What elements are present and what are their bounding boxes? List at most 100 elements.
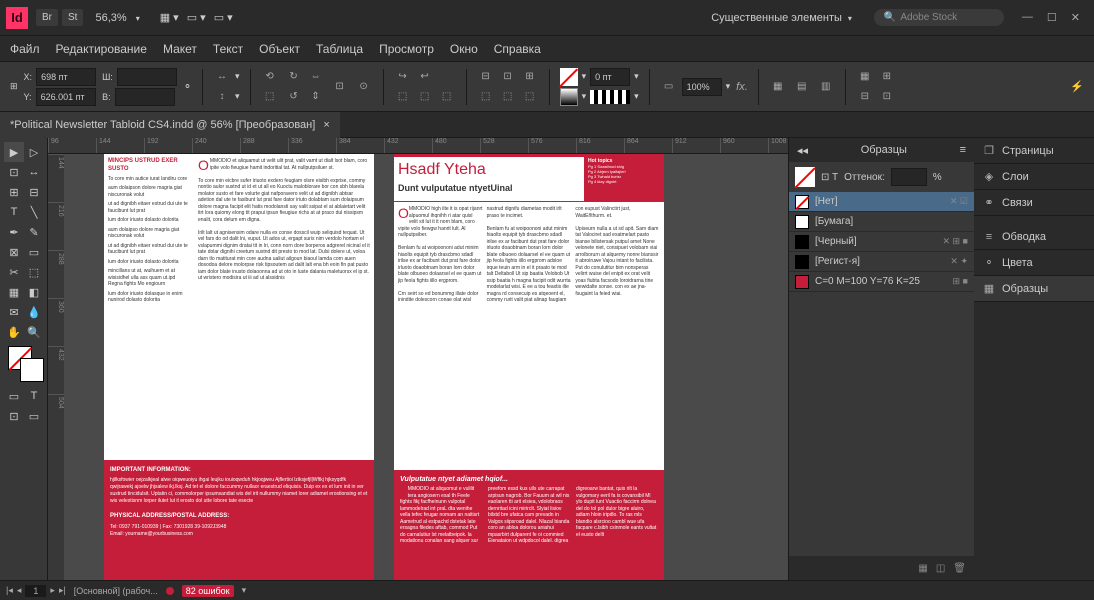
wrap-none-icon[interactable]: ▦ — [769, 78, 787, 96]
canvas[interactable]: 9614419224028833638443248052857681686491… — [48, 138, 788, 580]
workspace-switcher[interactable]: Существенные элементы▾ — [699, 8, 864, 28]
ref-point-icon[interactable]: ⊞ — [10, 81, 18, 92]
apply-color-icon[interactable]: ▭ — [4, 386, 24, 406]
shear-icon[interactable]: ⬚ — [261, 88, 279, 106]
zoom-level[interactable]: 56,3% ▾ — [87, 9, 147, 27]
menu-layout[interactable]: Макет — [163, 42, 197, 56]
scissors-tool[interactable]: ✂ — [4, 262, 24, 282]
type-toggle-icon[interactable]: ⊡ T — [821, 172, 838, 183]
panel-tab-color[interactable]: ⚬Цвета — [974, 250, 1094, 276]
page-1[interactable]: MINCIPS USTRUD EXER SUSTO To core min au… — [104, 154, 374, 580]
rectangle-tool[interactable]: ▭ — [24, 242, 44, 262]
next-page-icon[interactable]: ▸ — [50, 585, 55, 596]
menu-edit[interactable]: Редактирование — [56, 42, 147, 56]
preflight-errors[interactable]: 82 ошибок — [182, 585, 234, 597]
stroke-style[interactable] — [590, 90, 630, 104]
direct-selection-tool[interactable]: ▷ — [24, 142, 44, 162]
minimize-icon[interactable]: — — [1022, 11, 1033, 24]
wrap-bbox-icon[interactable]: ▤ — [793, 78, 811, 96]
hand-tool[interactable]: ✋ — [4, 322, 24, 342]
panel-tab-pages[interactable]: ❐Страницы — [974, 138, 1094, 164]
menu-object[interactable]: Объект — [259, 42, 300, 56]
stroke-swatch[interactable] — [560, 88, 578, 106]
bridge-button[interactable]: Br — [36, 9, 58, 26]
constrain-icon[interactable]: ⚬ — [183, 80, 192, 93]
gradient-swatch-tool[interactable]: ▦ — [4, 282, 24, 302]
menu-type[interactable]: Текст — [213, 42, 243, 56]
arrange-icon[interactable]: ▭ ▾ — [187, 11, 206, 24]
normal-view-icon[interactable]: ⊡ — [4, 406, 24, 426]
close-icon[interactable]: ✕ — [1071, 11, 1080, 24]
panel-tab-layers[interactable]: ◈Слои — [974, 164, 1094, 190]
menu-help[interactable]: Справка — [494, 42, 541, 56]
flip-v-icon[interactable]: ⇕ — [307, 88, 325, 106]
x-input[interactable] — [36, 68, 96, 86]
panel-menu-icon[interactable]: ≡ — [960, 144, 966, 156]
stock-button[interactable]: St — [62, 9, 83, 26]
fx-button[interactable]: fx. — [736, 81, 748, 93]
eyedropper-tool[interactable]: 💧 — [24, 302, 44, 322]
w-input[interactable] — [117, 68, 177, 86]
scale-y-icon[interactable]: ↕ — [213, 88, 231, 106]
chevron-left-icon[interactable]: ◂◂ — [797, 144, 808, 157]
swatch-cmyk[interactable]: C=0 M=100 Y=76 K=25⊞ ■ — [789, 272, 974, 292]
panel-tab-stroke[interactable]: ≡Обводка — [974, 224, 1094, 250]
prev-page-icon[interactable]: ◂ — [17, 585, 22, 596]
menu-file[interactable]: Файл — [10, 42, 40, 56]
menu-table[interactable]: Таблица — [316, 42, 363, 56]
view-options-icon[interactable]: ▦ ▾ — [160, 11, 179, 24]
page-2[interactable]: Hsadf Yteha Dunt vulputatue ntyetUinal H… — [394, 154, 664, 580]
page-field[interactable]: 1 — [25, 585, 46, 597]
rotate-cw-icon[interactable]: ↻ — [285, 68, 303, 86]
stock-search[interactable]: 🔍Adobe Stock — [874, 9, 1004, 26]
line-tool[interactable]: ╲ — [24, 202, 44, 222]
opacity-input[interactable] — [682, 78, 722, 96]
type-tool[interactable]: T — [4, 202, 24, 222]
note-tool[interactable]: ✉ — [4, 302, 24, 322]
wrap-shape-icon[interactable]: ▥ — [817, 78, 835, 96]
lightning-icon[interactable]: ⚡ — [1070, 80, 1084, 93]
scale-x-icon[interactable]: ↔ — [213, 68, 231, 86]
container-select-icon[interactable]: ⊡ — [331, 78, 349, 96]
page-tool[interactable]: ⊡ — [4, 162, 24, 182]
master-label[interactable]: [Основной] (рабоч... — [74, 586, 158, 596]
screen-mode-icon[interactable]: ▭ ▾ — [214, 11, 233, 24]
y-input[interactable] — [36, 88, 96, 106]
free-transform-tool[interactable]: ⬚ — [24, 262, 44, 282]
gap-tool[interactable]: ↔ — [24, 162, 44, 182]
flow-icon[interactable]: ↪ — [394, 68, 412, 86]
apply-gradient-icon[interactable]: T — [24, 386, 44, 406]
last-page-icon[interactable]: ▸| — [59, 585, 66, 596]
content-collector-tool[interactable]: ⊞ — [4, 182, 24, 202]
selection-tool[interactable]: ▶ — [4, 142, 24, 162]
swatch-black[interactable]: [Черный]✕ ⊞ ■ — [789, 232, 974, 252]
zoom-tool[interactable]: 🔍 — [24, 322, 44, 342]
pencil-tool[interactable]: ✎ — [24, 222, 44, 242]
fill-stroke-colors[interactable] — [8, 346, 44, 382]
flip-h-icon[interactable]: ⇔ — [307, 68, 325, 86]
new-swatch-icon[interactable]: ◫ — [936, 563, 945, 574]
rectangle-frame-tool[interactable]: ⊠ — [4, 242, 24, 262]
maximize-icon[interactable]: ☐ — [1047, 11, 1057, 24]
new-group-icon[interactable]: ▦ — [918, 563, 927, 574]
stroke-weight[interactable] — [590, 68, 630, 86]
content-placer-tool[interactable]: ⊟ — [24, 182, 44, 202]
swatch-registration[interactable]: [Регист-я]✕ ✦ — [789, 252, 974, 272]
pen-tool[interactable]: ✒ — [4, 222, 24, 242]
first-page-icon[interactable]: |◂ — [6, 585, 13, 596]
panel-tab-swatches[interactable]: ▦Образцы — [974, 276, 1094, 302]
horizontal-ruler[interactable]: 9614419224028833638443248052857681686491… — [48, 138, 788, 154]
document-tab[interactable]: *Political Newsletter Tabloid CS4.indd @… — [0, 112, 340, 138]
preview-view-icon[interactable]: ▭ — [24, 406, 44, 426]
close-tab-icon[interactable]: × — [323, 119, 329, 131]
h-input[interactable] — [115, 88, 175, 106]
rotate-icon[interactable]: ⟲ — [261, 68, 279, 86]
menu-view[interactable]: Просмотр — [379, 42, 434, 56]
panel-tab-links[interactable]: ⚭Связи — [974, 190, 1094, 216]
swatch-paper[interactable]: [Бумага] — [789, 212, 974, 232]
tint-input[interactable] — [891, 168, 927, 186]
gradient-feather-tool[interactable]: ◧ — [24, 282, 44, 302]
swatch-none[interactable]: [Нет]✕ ☑ — [789, 192, 974, 212]
content-select-icon[interactable]: ⊙ — [355, 78, 373, 96]
vertical-ruler[interactable]: 144216288360432504 — [48, 154, 64, 580]
